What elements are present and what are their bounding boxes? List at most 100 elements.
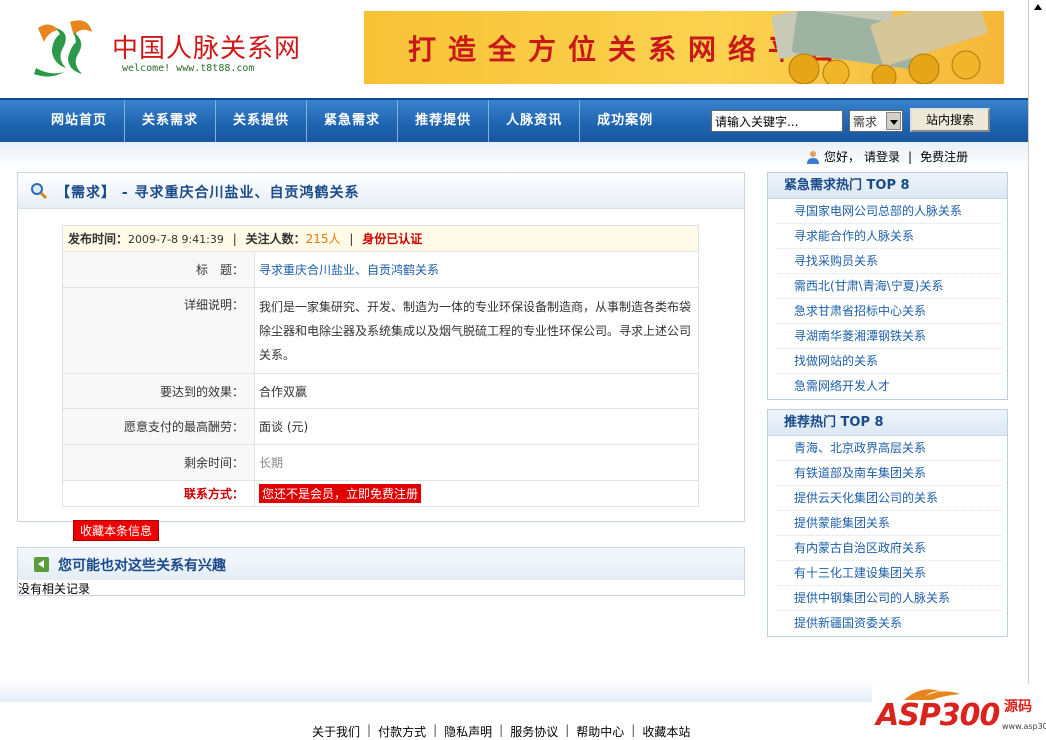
scrollbar[interactable] [1028,0,1046,740]
nav-demand[interactable]: 关系需求 [125,100,217,142]
title-value: 寻求重庆合川盐业、自贡鸿鹤关系 [254,251,699,288]
footer-links: 关于我们 | 付款方式 | 隐私声明 | 服务协议 | 帮助中心 | 收藏本站 [312,723,691,740]
list-item[interactable]: 提供中钢集团公司的人脉关系 [776,586,1001,611]
main-nav: 网站首页 关系需求 关系提供 紧急需求 推荐提供 人脉资讯 成功案例 请输入关键… [0,98,1028,142]
list-item[interactable]: 急求甘肃省招标中心关系 [776,299,1001,324]
watermark: ASP300 源码 www.asp300.com [872,684,1046,740]
search-type-select[interactable]: 需求 [849,110,903,132]
scroll-up-arrow-icon[interactable] [1034,4,1042,10]
recommend-box-title: 推荐热门 TOP 8 [768,410,1007,436]
follow-label: 关注人数： [245,232,306,246]
contact-cell: 您还不是会员，立即免费注册 [254,480,699,507]
list-item[interactable]: 寻国家电网公司总部的人脉关系 [776,199,1001,224]
effect-value: 合作双赢 [254,373,699,409]
list-item[interactable]: 急需网络开发人才 [776,374,1001,399]
demand-title: - 寻求重庆合川盐业、自贡鸿鹤关系 [116,185,360,201]
table-row: 要达到的效果： 合作双赢 [62,373,699,409]
watermark-brand: ASP300 [876,698,1000,733]
table-row: 详细说明： 我们是一家集研究、开发、制造为一体的专业环保设备制造商，从事制造各类… [62,287,699,374]
meta-row: 发布时间：2009-7-8 9:41:39 | 关注人数：215人 | 身份已认… [62,225,699,252]
site-welcome: welcome! www.t8t88.com [122,63,255,74]
list-item[interactable]: 提供新疆国资委关系 [776,611,1001,636]
related-title: 您可能也对这些关系有兴趣 [58,558,226,574]
detail-header: 【需求】 - 寻求重庆合川盐业、自贡鸿鹤关系 [18,173,744,209]
site-header: 中国人脉关系网 welcome! www.t8t88.com 打造全方位关系网络… [0,0,1028,98]
list-item[interactable]: 寻求能合作的人脉关系 [776,224,1001,249]
search-type-value: 需求 [853,115,878,129]
search-icon [31,183,48,200]
meta-cell: 发布时间：2009-7-8 9:41:39 | 关注人数：215人 | 身份已认… [62,225,699,252]
footer-terms-link[interactable]: 服务协议 [510,723,558,740]
publish-time: 2009-7-8 9:41:39 [128,233,224,246]
login-link[interactable]: 请登录 [864,148,900,165]
list-item[interactable]: 有内蒙古自治区政府关系 [776,536,1001,561]
list-item[interactable]: 寻湖南华菱湘潭钢铁关系 [776,324,1001,349]
meta-sep-2: | [349,232,354,246]
watermark-url: www.asp300.com [1002,722,1046,731]
nav-supply[interactable]: 关系提供 [216,100,308,142]
recommend-top8-box: 推荐热门 TOP 8 青海、北京政界高层关系 有铁道部及南车集团关系 提供云天化… [767,409,1008,637]
speaker-icon [34,557,49,572]
table-row: 标 题： 寻求重庆合川盐业、自贡鸿鹤关系 [62,251,699,288]
list-item[interactable]: 提供蒙能集团关系 [776,511,1001,536]
urgent-list: 寻国家电网公司总部的人脉关系 寻求能合作的人脉关系 寻找采购员关系 需西北(甘肃… [768,199,1007,399]
title-label: 标 题： [62,251,255,288]
reward-value: 面谈 (元) [254,408,699,445]
list-item[interactable]: 寻找采购员关系 [776,249,1001,274]
login-bar: 您好， 请登录 | 免费注册 [806,148,968,165]
footer-bookmark-link[interactable]: 收藏本站 [642,723,690,740]
greeting-text: 您好， [824,150,861,164]
table-row: 联系方式： 您还不是会员，立即免费注册 [62,480,699,507]
banner[interactable]: 打造全方位关系网络平台 [364,11,1004,84]
table-row: 剩余时间： 长期 [62,444,699,481]
remaining-value: 长期 [254,444,699,481]
urgent-top8-box: 紧急需求热门 TOP 8 寻国家电网公司总部的人脉关系 寻求能合作的人脉关系 寻… [767,172,1008,400]
reward-label: 愿意支付的最高酬劳： [62,408,255,445]
nav-urgent[interactable]: 紧急需求 [307,100,399,142]
footer-help-link[interactable]: 帮助中心 [576,723,624,740]
empty-message: 没有相关记录 [18,582,91,596]
nav-news[interactable]: 人脉资讯 [489,100,581,142]
contact-label: 联系方式： [62,480,255,507]
description-label: 详细说明： [62,287,255,374]
list-item[interactable]: 有十三化工建设集团关系 [776,561,1001,586]
page-title: 【需求】 - 寻求重庆合川盐业、自贡鸿鹤关系 [56,182,360,202]
recommend-list: 青海、北京政界高层关系 有铁道部及南车集团关系 提供云天化集团公司的关系 提供蒙… [768,436,1007,636]
footer-privacy-link[interactable]: 隐私声明 [444,723,492,740]
list-item[interactable]: 青海、北京政界高层关系 [776,436,1001,461]
urgent-box-title: 紧急需求热门 TOP 8 [768,173,1007,199]
list-item[interactable]: 有铁道部及南车集团关系 [776,461,1001,486]
footer-about-link[interactable]: 关于我们 [312,723,360,740]
register-link[interactable]: 免费注册 [920,148,968,165]
favorite-button[interactable]: 收藏本条信息 [73,520,160,541]
remaining-label: 剩余时间： [62,444,255,481]
site-title[interactable]: 中国人脉关系网 [112,28,301,65]
meta-sep-1: | [232,232,237,246]
table-row: 愿意支付的最高酬劳： 面谈 (元) [62,408,699,445]
demand-tag: 【需求】 [56,185,116,201]
nav-home[interactable]: 网站首页 [34,100,126,142]
list-item[interactable]: 找做网站的关系 [776,349,1001,374]
nav-list: 网站首页 关系需求 关系提供 紧急需求 推荐提供 人脉资讯 成功案例 [34,100,670,142]
list-item[interactable]: 提供云天化集团公司的关系 [776,486,1001,511]
user-icon [807,150,819,164]
watermark-label: 源码 [1004,699,1032,715]
chevron-down-icon[interactable] [886,112,901,130]
nav-cases[interactable]: 成功案例 [580,100,670,142]
effect-label: 要达到的效果： [62,373,255,409]
detail-table: 发布时间：2009-7-8 9:41:39 | 关注人数：215人 | 身份已认… [62,225,699,507]
search-input[interactable]: 请输入关键字... [711,110,843,132]
related-header: 您可能也对这些关系有兴趣 [18,548,744,580]
money-illustration-icon [771,11,988,84]
related-panel: 您可能也对这些关系有兴趣 没有相关记录 [17,547,745,596]
verified-badge: 身份已认证 [362,232,423,246]
demand-detail-panel: 【需求】 - 寻求重庆合川盐业、自贡鸿鹤关系 发布时间：2009-7-8 9:4… [17,172,745,522]
logo-icon[interactable] [30,18,102,80]
footer-payment-link[interactable]: 付款方式 [378,723,426,740]
nav-recommend[interactable]: 推荐提供 [398,100,490,142]
register-prompt-link[interactable]: 您还不是会员，立即免费注册 [259,484,422,503]
follow-count: 215人 [305,232,341,246]
list-item[interactable]: 需西北(甘肃\青海\宁夏)关系 [776,274,1001,299]
search-button[interactable]: 站内搜索 [910,108,990,132]
login-separator: | [908,149,913,164]
